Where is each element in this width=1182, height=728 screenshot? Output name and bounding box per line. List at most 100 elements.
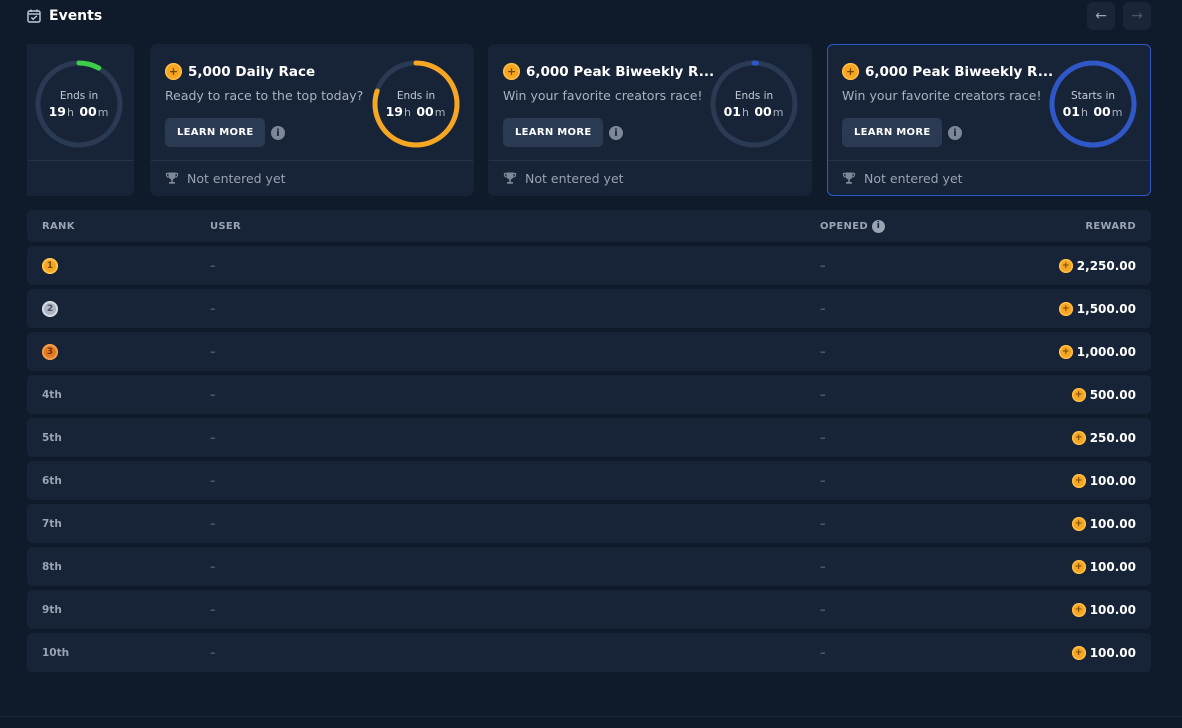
hours-unit: h (403, 105, 411, 119)
opened-cell: – (820, 259, 826, 272)
rank-cell: 9th (42, 603, 62, 616)
event-title-text: 6,000 Peak Biweekly R... (865, 63, 1054, 80)
opened-cell: – (820, 431, 826, 444)
countdown-label: Ends in (59, 89, 99, 102)
reward-cell: +1,000.00 (1058, 344, 1136, 359)
countdown-ring: Ends in 19h 00m (370, 58, 462, 150)
reward-amount: 100.00 (1089, 516, 1136, 531)
reward-amount: 1,500.00 (1076, 301, 1136, 316)
coin-icon: + (1071, 645, 1086, 660)
opened-cell: – (820, 603, 826, 616)
user-cell: – (210, 646, 216, 659)
rank-cell: 8th (42, 560, 62, 573)
opened-cell: – (820, 302, 826, 315)
coin-icon: + (1071, 430, 1086, 445)
bronze-medal-icon: 3 (42, 343, 58, 360)
info-icon[interactable]: i (948, 126, 962, 140)
table-row: 3 – – +1,000.00 (27, 332, 1151, 371)
reward-amount: 2,250.00 (1076, 258, 1136, 273)
minutes-unit: m (434, 105, 446, 119)
user-cell: – (210, 560, 216, 573)
reward-amount: 1,000.00 (1076, 344, 1136, 359)
card-footer: Not entered yet (489, 160, 811, 195)
opened-cell: – (820, 345, 826, 358)
info-icon[interactable]: i (609, 126, 623, 140)
hours-unit: h (66, 105, 74, 119)
coin-icon: + (1058, 258, 1073, 273)
reward-cell: +100.00 (1071, 645, 1136, 660)
coin-icon: + (1071, 516, 1086, 531)
rank-cell: 2 (42, 300, 58, 317)
countdown-hours: 19 (385, 103, 403, 119)
page-title: Events (27, 8, 102, 24)
entry-status: Not entered yet (525, 170, 624, 186)
event-card-peak-biweekly[interactable]: + 6,000 Peak Biweekly R... Win your favo… (488, 44, 812, 196)
card-footer: Not entered yet (151, 160, 473, 195)
opened-cell: – (820, 474, 826, 487)
rank-cell: 1 (42, 257, 58, 274)
header-rank: RANK (42, 220, 75, 232)
opened-cell: – (820, 388, 826, 401)
learn-more-button[interactable]: LEARN MORE (842, 118, 943, 147)
events-header: Events ← → (27, 0, 1151, 32)
learn-more-button[interactable]: LEARN MORE (165, 118, 266, 147)
coin-icon: + (165, 63, 182, 80)
learn-more-button[interactable]: LEARN MORE (503, 118, 604, 147)
reward-amount: 100.00 (1089, 602, 1136, 617)
opened-cell: – (820, 560, 826, 573)
event-card-peak-biweekly-upcoming[interactable]: + 6,000 Peak Biweekly R... Win your favo… (827, 44, 1151, 196)
coin-icon: + (1058, 301, 1073, 316)
table-row: 7th – – +100.00 (27, 504, 1151, 543)
header-user: USER (210, 220, 242, 232)
reward-amount: 100.00 (1089, 559, 1136, 574)
event-card-partial[interactable]: Ends in 19h 00m (27, 44, 134, 196)
previous-button[interactable]: ← (1087, 2, 1115, 30)
countdown-hours: 19 (48, 103, 66, 119)
hours-unit: h (1080, 105, 1088, 119)
countdown-hours: 01 (723, 103, 741, 119)
countdown-ring: Starts in 01h 00m (1047, 58, 1139, 150)
opened-cell: – (820, 517, 826, 530)
reward-cell: +100.00 (1071, 602, 1136, 617)
table-row: 6th – – +100.00 (27, 461, 1151, 500)
countdown-hours: 01 (1062, 103, 1080, 119)
header-opened: OPENED i (820, 219, 885, 233)
minutes-unit: m (1111, 105, 1123, 119)
countdown-time: 19h 00m (386, 104, 447, 119)
header-reward: REWARD (1085, 220, 1136, 232)
countdown-label: Starts in (1070, 89, 1116, 102)
table-row: 2 – – +1,500.00 (27, 289, 1151, 328)
event-description: Ready to race to the top today? (165, 88, 364, 103)
card-footer (28, 160, 133, 195)
silver-medal-icon: 2 (42, 300, 58, 317)
user-cell: – (210, 517, 216, 530)
coin-icon: + (1071, 602, 1086, 617)
trophy-icon (842, 172, 856, 184)
hours-unit: h (741, 105, 749, 119)
gold-medal-icon: 1 (42, 257, 58, 274)
user-cell: – (210, 603, 216, 616)
next-button[interactable]: → (1123, 2, 1151, 30)
table-row: 4th – – +500.00 (27, 375, 1151, 414)
event-card-daily-race[interactable]: + 5,000 Daily Race Ready to race to the … (150, 44, 474, 196)
header-opened-label: OPENED (820, 220, 868, 232)
reward-amount: 500.00 (1089, 387, 1136, 402)
countdown-time: 19h 00m (49, 104, 110, 119)
info-icon[interactable]: i (871, 219, 885, 233)
events-title: Events (49, 8, 103, 24)
user-cell: – (210, 259, 216, 272)
countdown-time: 01h 00m (1063, 104, 1124, 119)
leaderboard-table: RANK USER OPENED i REWARD 1 – – +2,250.00 2 –… (27, 210, 1151, 672)
user-cell: – (210, 431, 216, 444)
reward-cell: +1,500.00 (1058, 301, 1136, 316)
user-cell: – (210, 345, 216, 358)
event-description: Win your favorite creators race! (842, 88, 1042, 103)
countdown-minutes: 00 (754, 103, 772, 119)
reward-amount: 250.00 (1089, 430, 1136, 445)
table-row: 5th – – +250.00 (27, 418, 1151, 457)
countdown-minutes: 00 (79, 103, 97, 119)
coin-icon: + (1071, 387, 1086, 402)
event-title-text: 6,000 Peak Biweekly R... (526, 63, 715, 80)
user-cell: – (210, 474, 216, 487)
info-icon[interactable]: i (271, 126, 285, 140)
